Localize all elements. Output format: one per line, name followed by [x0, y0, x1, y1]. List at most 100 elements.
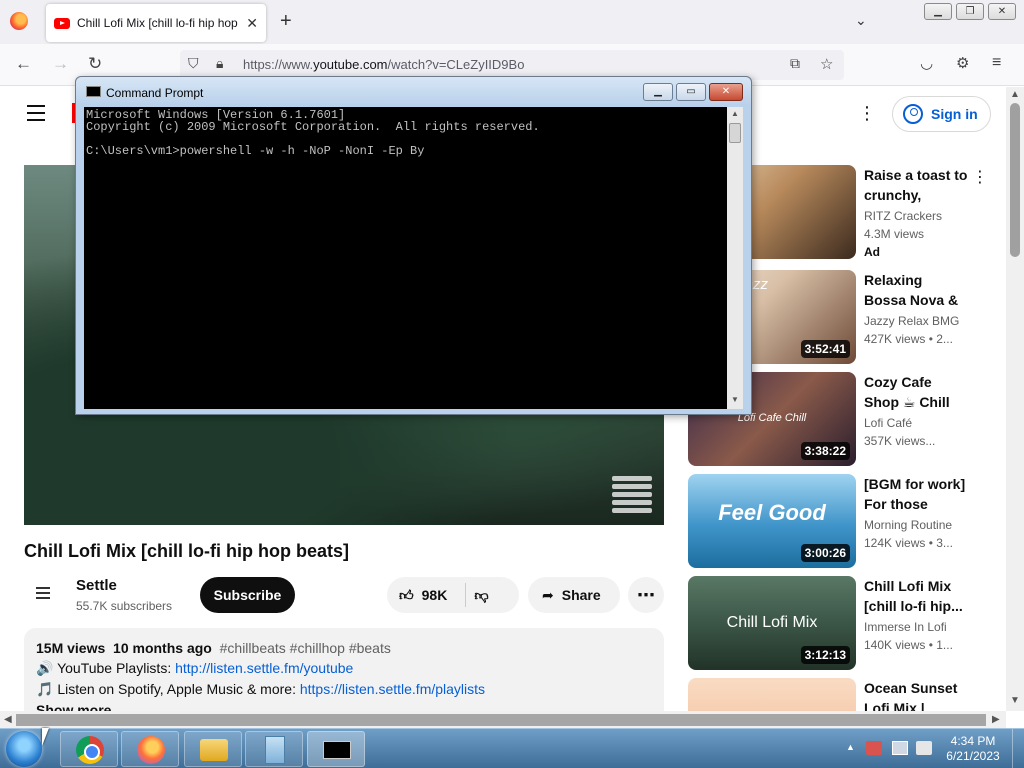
cmd-icon[interactable]: [86, 86, 101, 97]
scroll-up-arrow-icon[interactable]: ▲: [1010, 89, 1020, 100]
pocket-icon[interactable]: ◡: [920, 54, 933, 72]
browser-tab-active[interactable]: Chill Lofi Mix [chill lo-fi hip hop beat…: [46, 4, 266, 42]
scrollbar-thumb[interactable]: [1010, 103, 1020, 257]
taskbar-clock[interactable]: 4:34 PM 6/21/2023: [940, 734, 1006, 764]
cmd-console-output[interactable]: Microsoft Windows [Version 6.1.7601] Copy…: [84, 107, 727, 409]
reload-icon[interactable]: ↻: [88, 54, 102, 74]
channel-watermark-icon[interactable]: [612, 473, 652, 513]
recommendation-thumbnail[interactable]: Feel Good 3:00:26: [688, 474, 856, 568]
recommendation-views: 140K views • 1...: [864, 638, 953, 652]
recommendation-item[interactable]: Feel Good 3:00:26 [BGM for work] For tho…: [688, 474, 988, 568]
share-button[interactable]: ➦ Share: [528, 577, 620, 613]
like-count[interactable]: 98K: [422, 587, 448, 603]
hashtags[interactable]: #chillbeats #chillhop #beats: [220, 640, 391, 656]
recommendation-item[interactable]: Ocean Sunset Lofi Mix |: [688, 678, 988, 711]
cmd-scrollbar-thumb[interactable]: [729, 123, 741, 143]
ad-badge: Ad: [864, 245, 880, 259]
thumbs-down-icon[interactable]: 👎︎: [474, 587, 488, 604]
start-orb-icon[interactable]: [6, 731, 42, 767]
recommendation-channel[interactable]: Immerse In Lofi: [864, 620, 947, 634]
reader-view-icon[interactable]: ⧉: [790, 55, 800, 72]
recommendation-thumbnail[interactable]: [688, 678, 856, 711]
bookmark-star-icon[interactable]: ☆: [820, 55, 833, 73]
recommendation-title[interactable]: Ocean Sunset Lofi Mix |: [864, 678, 968, 711]
scroll-right-arrow-icon[interactable]: ▶: [992, 714, 1000, 725]
recommendation-channel[interactable]: Morning Routine: [864, 518, 952, 532]
recommendation-title[interactable]: Relaxing Bossa Nova & Jazz...: [864, 270, 968, 310]
windows-taskbar: ▲ 4:34 PM 6/21/2023: [0, 728, 1024, 768]
show-hidden-icons-icon[interactable]: ▲: [846, 742, 855, 752]
network-icon[interactable]: [892, 741, 908, 755]
youtube-favicon-icon: [54, 17, 70, 29]
channel-avatar-icon[interactable]: [36, 587, 50, 602]
tracking-shield-icon[interactable]: ⛉: [188, 55, 199, 72]
settings-kebab-icon[interactable]: ⋮: [858, 103, 876, 124]
cmd-scroll-down-icon[interactable]: ▼: [731, 395, 739, 404]
command-prompt-window[interactable]: Command Prompt ▁ ▭ ✕ Microsoft Windows […: [75, 76, 752, 415]
new-tab-plus-icon[interactable]: +: [280, 10, 292, 33]
spotify-playlists-link[interactable]: https://listen.settle.fm/playlists: [300, 681, 485, 697]
scrollbar-thumb[interactable]: [16, 714, 986, 726]
recommendation-views: 124K views • 3...: [864, 536, 953, 550]
taskbar-explorer-button[interactable]: [184, 731, 242, 767]
cmd-minimize-button[interactable]: ▁: [643, 83, 673, 101]
thumbnail-caption: Feel Good: [718, 500, 826, 525]
recommendation-title[interactable]: Chill Lofi Mix [chill lo-fi hip...: [864, 576, 968, 616]
recommendation-channel[interactable]: Jazzy Relax BMG: [864, 314, 959, 328]
description-box[interactable]: 15M views 10 months ago #chillbeats #chi…: [24, 628, 664, 711]
show-more-button[interactable]: Show more: [36, 702, 652, 711]
video-title: Chill Lofi Mix [chill lo-fi hip hop beat…: [24, 541, 349, 561]
url-text[interactable]: https://www.youtube.com/watch?v=CLeZyIID…: [243, 57, 524, 72]
back-arrow-icon[interactable]: ←: [15, 54, 32, 74]
cmd-titlebar[interactable]: Command Prompt ▁ ▭ ✕: [76, 77, 751, 105]
page-horizontal-scrollbar[interactable]: ◀ ▶: [0, 711, 1006, 729]
restore-button[interactable]: ❐: [956, 3, 984, 20]
extensions-icon[interactable]: ⚙: [956, 54, 969, 72]
recommendation-menu-icon[interactable]: ⋮: [972, 167, 988, 187]
subscribe-button[interactable]: Subscribe: [200, 577, 295, 613]
cmd-title: Command Prompt: [106, 86, 204, 100]
share-arrow-icon: ➦: [542, 586, 554, 603]
recommendation-title[interactable]: Raise a toast to crunchy, toast...: [864, 165, 968, 205]
tab-close-icon[interactable]: ✕: [246, 15, 258, 32]
view-count: 15M views: [36, 640, 106, 656]
forward-arrow-icon[interactable]: →: [52, 54, 69, 74]
guide-menu-icon[interactable]: [27, 105, 45, 126]
taskbar-document-button[interactable]: [245, 731, 303, 767]
taskbar-chrome-button[interactable]: [60, 731, 118, 767]
recommendation-title[interactable]: Cozy Cafe Shop ☕ Chill Lofi Hi...: [864, 372, 968, 412]
video-duration: 3:38:22: [800, 442, 850, 460]
window-controls: ▁ ❐ ✕: [924, 3, 1016, 20]
taskbar-firefox-button[interactable]: [121, 731, 179, 767]
scroll-down-arrow-icon[interactable]: ▼: [1010, 695, 1020, 706]
taskbar-cmd-button[interactable]: [307, 731, 365, 767]
cmd-scroll-up-icon[interactable]: ▲: [731, 109, 739, 118]
recommendation-thumbnail[interactable]: Chill Lofi Mix 3:12:13: [688, 576, 856, 670]
recommendation-title[interactable]: [BGM for work] For those who...: [864, 474, 968, 514]
recommendation-item[interactable]: Chill Lofi Mix 3:12:13 Chill Lofi Mix [c…: [688, 576, 988, 670]
sign-in-button[interactable]: Sign in: [892, 96, 991, 132]
close-window-button[interactable]: ✕: [988, 3, 1016, 20]
cmd-close-button[interactable]: ✕: [709, 83, 743, 101]
youtube-playlists-link[interactable]: http://listen.settle.fm/youtube: [175, 660, 353, 676]
list-all-tabs-chevron-icon[interactable]: ⌄: [855, 12, 867, 29]
cmd-maximize-button[interactable]: ▭: [676, 83, 706, 101]
lock-icon[interactable]: 🔒︎: [216, 55, 223, 72]
action-center-flag-icon[interactable]: [866, 741, 882, 755]
page-vertical-scrollbar[interactable]: ▲ ▼: [1006, 87, 1024, 711]
document-icon: [265, 736, 285, 764]
share-label: Share: [561, 587, 601, 603]
scroll-left-arrow-icon[interactable]: ◀: [4, 714, 12, 725]
more-actions-button[interactable]: ⋯: [628, 577, 664, 613]
show-desktop-button[interactable]: [1012, 729, 1024, 768]
minimize-button[interactable]: ▁: [924, 3, 952, 20]
channel-name[interactable]: Settle: [76, 577, 117, 594]
cmd-vertical-scrollbar[interactable]: ▲ ▼: [727, 107, 743, 409]
menu-hamburger-icon[interactable]: ≡: [992, 54, 1001, 72]
description-meta: 15M views 10 months ago #chillbeats #chi…: [36, 640, 652, 656]
clock-date: 6/21/2023: [946, 749, 1000, 763]
volume-muted-icon[interactable]: [916, 741, 932, 755]
recommendation-channel[interactable]: Lofi Café: [864, 416, 912, 430]
recommendation-channel[interactable]: RITZ Crackers: [864, 209, 942, 223]
thumbs-up-icon[interactable]: 👍︎: [399, 587, 414, 604]
